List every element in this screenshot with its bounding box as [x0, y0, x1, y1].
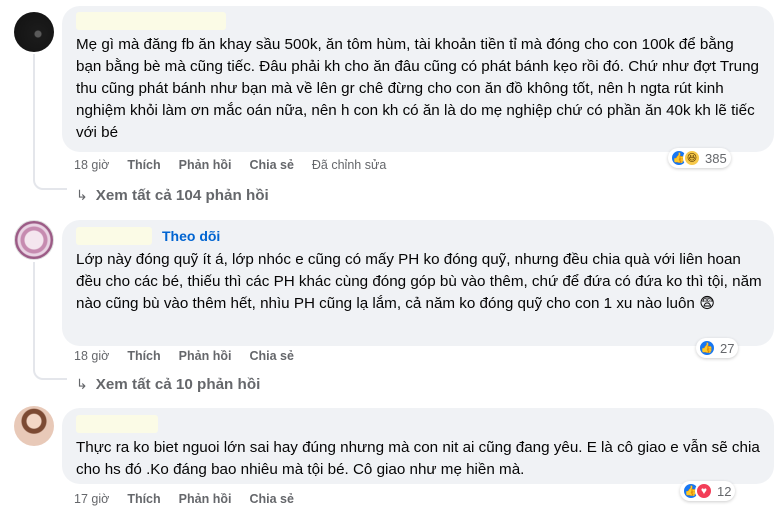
avatar[interactable] — [14, 220, 54, 260]
reply-button[interactable]: Phản hồi — [179, 492, 232, 506]
share-button[interactable]: Chia sẻ — [249, 158, 293, 172]
comment-time[interactable]: 18 giờ — [74, 158, 109, 172]
share-button[interactable]: Chia sẻ — [249, 349, 293, 363]
comment-text: Thực ra ko biet nguoi lớn sai hay đúng n… — [76, 439, 760, 478]
view-replies-label: Xem tất cả 10 phản hồi — [95, 376, 261, 393]
avatar[interactable] — [14, 12, 54, 52]
comment-bubble: Mẹ gì mà đăng fb ăn khay sầu 500k, ăn tô… — [62, 6, 774, 152]
comment-text: Mẹ gì mà đăng fb ăn khay sầu 500k, ăn tô… — [76, 36, 759, 141]
haha-icon: 😆 — [683, 149, 701, 167]
like-button[interactable]: Thích — [127, 158, 160, 172]
like-button[interactable]: Thích — [127, 349, 160, 363]
reply-arrow-icon: ↳ — [76, 376, 88, 392]
reply-arrow-icon: ↳ — [76, 187, 88, 203]
view-replies-link[interactable]: ↳ Xem tất cả 10 phản hồi — [76, 376, 260, 393]
commenter-name[interactable] — [76, 227, 152, 245]
comment-actions: 18 giờ Thích Phản hồi Chia sẻ — [74, 349, 312, 363]
comment-time[interactable]: 17 giờ — [74, 492, 109, 506]
edited-label: Đã chỉnh sửa — [311, 158, 387, 172]
reaction-summary[interactable]: 👍 😆 385 — [668, 148, 731, 168]
reaction-summary[interactable]: 👍 ♥ 12 — [680, 481, 736, 501]
comment-actions: 17 giờ Thích Phản hồi Chia sẻ — [74, 492, 312, 506]
reply-button[interactable]: Phản hồi — [179, 158, 232, 172]
commenter-name[interactable] — [76, 415, 158, 433]
reaction-count: 12 — [717, 483, 732, 499]
reaction-count: 385 — [705, 150, 727, 166]
comment-time[interactable]: 18 giờ — [74, 349, 109, 363]
reply-button[interactable]: Phản hồi — [179, 349, 232, 363]
share-button[interactable]: Chia sẻ — [249, 492, 293, 506]
comment-actions: 18 giờ Thích Phản hồi Chia sẻ Đã chỉnh s… — [74, 158, 404, 172]
reaction-summary[interactable]: 👍 27 — [696, 338, 739, 358]
comment-bubble: Theo dõi Lớp này đóng quỹ ít á, lớp nhóc… — [62, 220, 774, 346]
heart-icon: ♥ — [695, 482, 713, 500]
commenter-name[interactable] — [76, 12, 226, 30]
reaction-count: 27 — [720, 340, 735, 356]
avatar[interactable] — [14, 406, 54, 446]
view-replies-link[interactable]: ↳ Xem tất cả 104 phản hồi — [76, 187, 269, 204]
thumbs-up-icon: 👍 — [698, 339, 716, 357]
comment-text: Lớp này đóng quỹ ít á, lớp nhóc e cũng c… — [76, 251, 762, 312]
like-button[interactable]: Thích — [127, 492, 160, 506]
view-replies-label: Xem tất cả 104 phản hồi — [95, 187, 269, 204]
comment-bubble: Thực ra ko biet nguoi lớn sai hay đúng n… — [62, 408, 774, 484]
follow-button[interactable]: Theo dõi — [162, 228, 220, 244]
